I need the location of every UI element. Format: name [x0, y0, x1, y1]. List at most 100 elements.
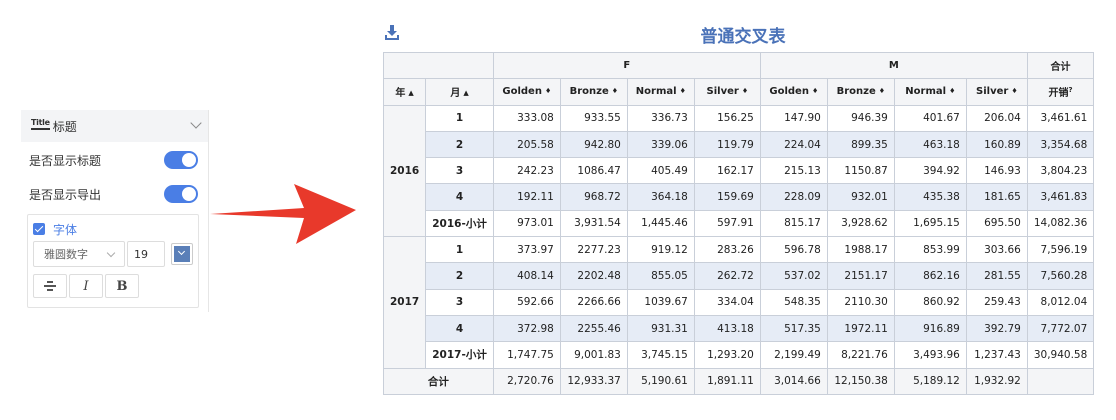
table-cell: 336.73 — [626, 104, 695, 132]
month-cell: 4 — [425, 314, 494, 343]
table-cell: 3,493.96 — [893, 341, 967, 369]
group-header-m: M — [759, 51, 1028, 80]
table-cell: 933.55 — [559, 104, 628, 132]
col-header-golden-m[interactable]: Golden ♦ — [759, 78, 828, 106]
year-cell: 2016 — [382, 104, 427, 238]
chevron-down-icon[interactable] — [190, 117, 202, 129]
col-header-normal-f[interactable]: Normal ♦ — [626, 78, 695, 106]
month-cell: 3 — [425, 288, 494, 316]
table-cell: 537.02 — [759, 262, 828, 290]
align-center-icon — [44, 281, 56, 291]
download-icon[interactable] — [384, 25, 400, 41]
table-cell: 1086.47 — [559, 157, 628, 185]
bold-button[interactable]: B — [105, 274, 139, 298]
align-center-button[interactable] — [33, 274, 67, 298]
table-cell: 373.97 — [492, 236, 561, 264]
table-cell: 394.92 — [893, 157, 967, 185]
subtotal-label: 2017-小计 — [425, 341, 494, 369]
table-cell: 303.66 — [965, 236, 1028, 264]
table-cell: 392.79 — [965, 314, 1028, 343]
table-row: 4 192.11 968.72 364.18 159.69 228.09 932.01 435… — [384, 183, 1095, 211]
table-cell: 931.31 — [626, 314, 695, 343]
table-cell: 2202.48 — [559, 262, 628, 290]
table-cell: 7,560.28 — [1026, 262, 1095, 290]
report-title: 普通交叉表 — [700, 27, 786, 47]
sort-icon: ▲ — [463, 89, 469, 98]
year-header[interactable]: 年 ▲ — [382, 78, 427, 106]
italic-button[interactable]: I — [69, 274, 103, 298]
month-cell: 2 — [425, 130, 494, 159]
font-controls-row: 雅圆数字 19 — [33, 241, 193, 267]
table-cell: 14,082.36 — [1026, 209, 1095, 238]
help-icon: ? — [1068, 86, 1073, 95]
table-body: F M 合计 年 ▲ 月 ▲ Golden ♦ Bronze ♦ Normal ♦ Silver… — [382, 51, 1095, 395]
table-cell: 30,940.58 — [1026, 341, 1095, 369]
table-cell: 206.04 — [965, 104, 1028, 132]
font-size-input[interactable]: 19 — [127, 241, 165, 267]
table-cell: 1,237.43 — [965, 341, 1028, 369]
table-cell: 259.43 — [965, 288, 1028, 316]
table-cell: 3,461.61 — [1026, 104, 1095, 132]
font-color-picker[interactable] — [171, 243, 193, 265]
table-cell: 333.08 — [492, 104, 561, 132]
table-cell: 3,745.15 — [626, 341, 695, 369]
color-swatch-chevron-icon — [174, 246, 190, 262]
corner-cell — [383, 51, 494, 80]
show-title-toggle[interactable] — [164, 151, 198, 169]
col-header-normal-m[interactable]: Normal ♦ — [893, 78, 967, 106]
year-cell: 2017 — [382, 236, 427, 369]
sort-icon: ♦ — [949, 87, 956, 96]
table-cell: 815.17 — [759, 209, 828, 238]
table-cell: 156.25 — [693, 104, 761, 132]
font-family-select[interactable]: 雅圆数字 — [33, 241, 125, 267]
show-export-toggle[interactable] — [164, 185, 198, 203]
font-checkbox[interactable] — [33, 223, 45, 235]
sort-icon: ♦ — [811, 87, 819, 96]
show-export-label: 是否显示导出 — [29, 187, 102, 202]
total-row: 合计 2,720.76 12,933.37 5,190.61 1,891.11 3,014… — [383, 367, 1095, 395]
table-cell: 3,928.62 — [826, 209, 895, 238]
table-cell: 7,596.19 — [1026, 236, 1095, 264]
font-label: 字体 — [53, 222, 78, 237]
table-cell: 1,747.75 — [492, 341, 561, 369]
table-cell: 262.72 — [693, 262, 761, 290]
total-cell: 1,932.92 — [965, 367, 1028, 395]
col-header-bronze-m[interactable]: Bronze ♦ — [826, 78, 895, 106]
total-label: 合计 — [383, 367, 494, 395]
table-cell: 932.01 — [826, 183, 895, 211]
font-family-value: 雅圆数字 — [44, 248, 88, 261]
col-header-silver-f[interactable]: Silver ♦ — [693, 78, 761, 106]
table-cell: 596.78 — [759, 236, 828, 264]
total-cell: 12,933.37 — [559, 367, 628, 395]
table-cell: 2,199.49 — [759, 341, 828, 369]
group-header-row: F M 合计 — [383, 51, 1095, 80]
table-cell: 463.18 — [893, 130, 967, 159]
month-header[interactable]: 月 ▲ — [425, 78, 494, 106]
table-cell: 2151.17 — [826, 262, 895, 290]
table-cell: 916.89 — [893, 314, 967, 343]
table-cell: 334.04 — [693, 288, 761, 316]
group-header-f: F — [492, 51, 761, 80]
table-cell: 408.14 — [492, 262, 561, 290]
table-cell: 405.49 — [626, 157, 695, 185]
col-header-bronze-f[interactable]: Bronze ♦ — [559, 78, 628, 106]
table-cell: 364.18 — [626, 183, 695, 211]
table-cell: 1150.87 — [826, 157, 895, 185]
metric-header: 开销? — [1026, 78, 1095, 106]
col-header-golden-f[interactable]: Golden ♦ — [492, 78, 561, 106]
table-cell: 281.55 — [965, 262, 1028, 290]
month-cell: 4 — [425, 183, 494, 211]
table-cell: 1,695.15 — [893, 209, 967, 238]
title-settings-panel: Title 标题 是否显示标题 是否显示导出 字体 雅圆数字 19 I B — [21, 110, 209, 312]
subtotal-label: 2016-小计 — [425, 209, 494, 238]
col-header-silver-m[interactable]: Silver ♦ — [965, 78, 1028, 106]
table-row: 2017-小计 1,747.75 9,001.83 3,745.15 1,293.20 2… — [384, 341, 1095, 369]
table-cell: 1039.67 — [626, 288, 695, 316]
table-cell: 1988.17 — [826, 236, 895, 264]
sort-icon: ♦ — [611, 87, 619, 96]
title-section-header[interactable]: Title 标题 — [21, 110, 208, 142]
table-row: 2016-小计 973.01 3,931.54 1,445.46 597.91 815.1… — [384, 209, 1095, 238]
table-cell: 1972.11 — [826, 314, 895, 343]
font-size-value: 19 — [134, 247, 148, 261]
total-cell: 2,720.76 — [492, 367, 561, 395]
